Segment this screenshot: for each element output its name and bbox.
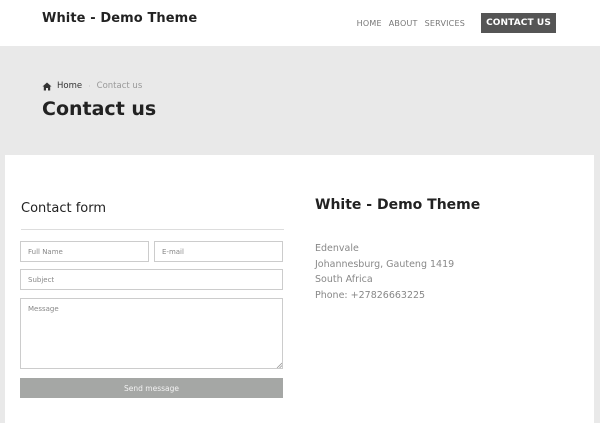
page-header: Home · Contact us Contact us [0, 46, 600, 155]
email-input[interactable] [154, 241, 283, 262]
contact-form-title: Contact form [21, 201, 107, 216]
contact-panel: Contact form Send message White - Demo T… [5, 155, 594, 423]
breadcrumb: Home · Contact us [42, 81, 142, 91]
nav-link-services[interactable]: SERVICES [425, 19, 465, 28]
nav-link-home[interactable]: HOME [357, 19, 382, 28]
home-icon [42, 82, 52, 90]
resize-grip-icon[interactable] [276, 362, 282, 368]
breadcrumb-current: Contact us [96, 81, 143, 91]
breadcrumb-home-link[interactable]: Home [57, 81, 82, 91]
company-name: White - Demo Theme [315, 197, 481, 213]
company-address: Edenvale Johannesburg, Gauteng 1419 Sout… [315, 241, 454, 303]
page-title: Contact us [42, 98, 157, 120]
top-navbar: White - Demo Theme HOME ABOUT SERVICES C… [0, 0, 600, 46]
address-line-suburb: Edenvale [315, 243, 359, 254]
nav-link-about[interactable]: ABOUT [389, 19, 418, 28]
main-nav: HOME ABOUT SERVICES CONTACT US [357, 0, 600, 46]
brand-logo-text[interactable]: White - Demo Theme [42, 11, 197, 26]
address-line-city: Johannesburg, Gauteng 1419 [315, 258, 455, 270]
message-textarea[interactable] [20, 298, 283, 369]
address-line-country: South Africa [315, 274, 373, 285]
subject-input[interactable] [20, 269, 283, 290]
fullname-input[interactable] [20, 241, 149, 262]
phone-number[interactable]: Phone: +27826663225 [315, 288, 454, 304]
breadcrumb-separator: · [88, 81, 91, 91]
nav-contact-us-button[interactable]: CONTACT US [481, 13, 556, 33]
send-message-button[interactable]: Send message [20, 378, 283, 398]
form-title-divider [21, 229, 284, 230]
